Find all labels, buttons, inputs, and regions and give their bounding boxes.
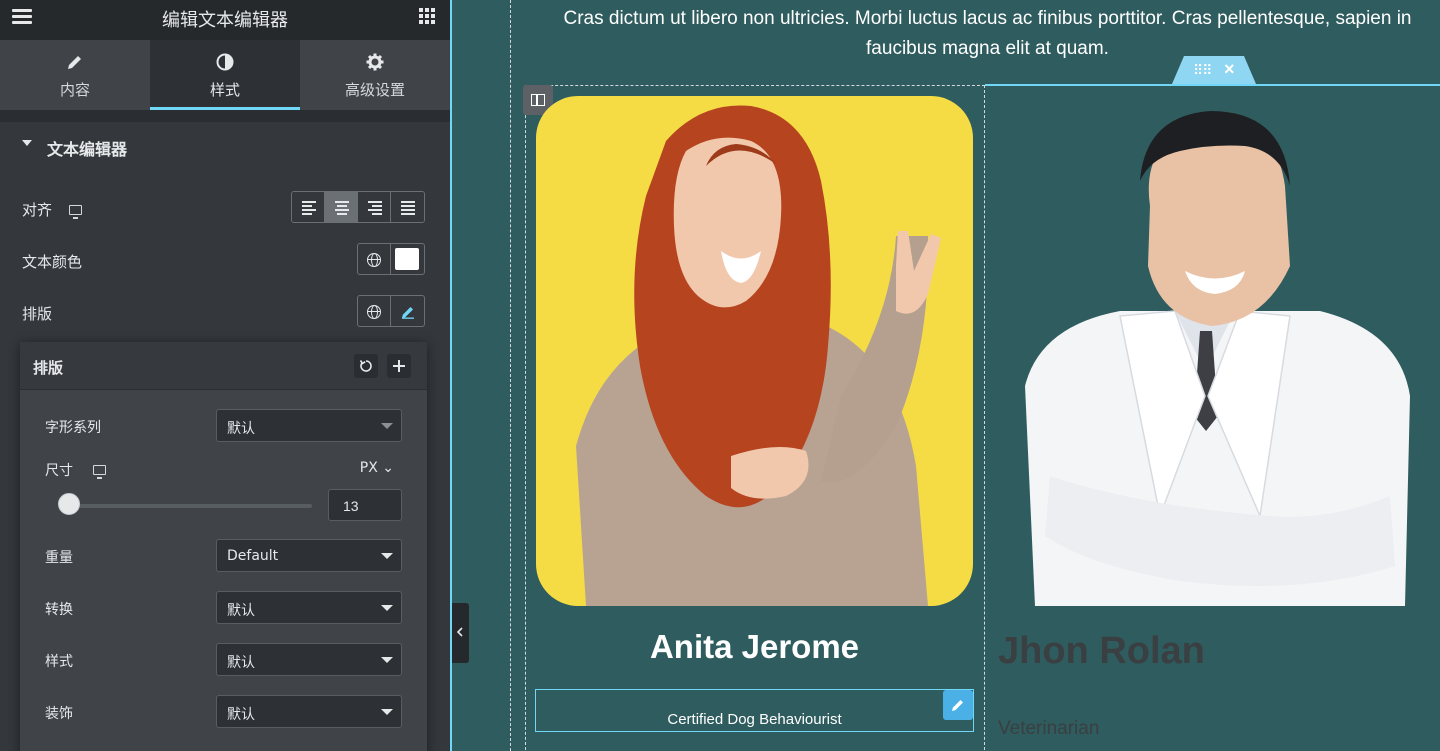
text-color-control: 文本颜色 — [0, 243, 450, 283]
text-color-buttons — [357, 243, 425, 275]
doctor-illustration — [1025, 111, 1410, 606]
panel-title: 编辑文本编辑器 — [162, 10, 288, 31]
decoration-label: 装饰 — [45, 706, 73, 722]
reset-icon — [359, 360, 372, 373]
typography-popover: 排版 字形系列 默认 尺寸 PX ⌄ 13 重量 Default 转换 默认 样… — [20, 342, 427, 751]
size-slider-track[interactable] — [60, 504, 312, 508]
transform-label: 转换 — [45, 602, 73, 618]
decoration-select[interactable]: 默认 — [216, 695, 402, 728]
tab-style[interactable]: 样式 — [150, 40, 300, 110]
section-outline — [985, 84, 1440, 86]
tab-advanced[interactable]: 高级设置 — [300, 40, 450, 110]
globe-icon — [367, 252, 381, 267]
weight-label: 重量 — [45, 550, 73, 566]
reset-button[interactable] — [354, 354, 378, 378]
style-select[interactable]: 默认 — [216, 643, 402, 676]
style-label: 样式 — [45, 654, 73, 670]
drag-handle-icon[interactable]: ⠿⠿ — [1193, 62, 1212, 79]
card1-name[interactable]: Anita Jerome — [536, 628, 973, 666]
anita-photo[interactable] — [536, 96, 973, 606]
section-handle[interactable]: ⠿⠿ × — [1172, 56, 1256, 84]
weight-select[interactable]: Default — [216, 539, 402, 572]
tab-label: 高级设置 — [344, 81, 405, 99]
add-button[interactable] — [387, 354, 411, 378]
woman-illustration — [576, 105, 941, 606]
typography-label: 排版 — [22, 305, 53, 323]
tab-label: 样式 — [209, 81, 240, 99]
style-row: 样式 默认 — [20, 643, 427, 677]
card1-role[interactable]: Certified Dog Behaviourist — [536, 711, 973, 728]
tab-content[interactable]: 内容 — [0, 40, 150, 110]
close-icon[interactable]: × — [1224, 59, 1235, 80]
panel-tabs: 内容 样式 高级设置 — [0, 40, 450, 110]
transform-row: 转换 默认 — [20, 591, 427, 625]
align-label: 对齐 — [22, 199, 82, 220]
chevron-down-icon — [381, 423, 393, 429]
font-family-select[interactable]: 默认 — [216, 409, 402, 442]
card1-role-editor[interactable]: Certified Dog Behaviourist — [535, 689, 974, 732]
desktop-icon[interactable] — [93, 465, 107, 479]
popover-title: 排版 — [33, 359, 64, 377]
popover-header: 排版 — [20, 342, 427, 390]
divider — [0, 110, 450, 122]
page-canvas: Cras dictum ut libero non ultricies. Mor… — [450, 0, 1440, 751]
panel-header: 编辑文本编辑器 — [0, 0, 450, 40]
contrast-icon — [150, 53, 300, 75]
globe-icon — [367, 304, 381, 319]
size-slider-handle[interactable] — [57, 493, 80, 515]
color-swatch — [395, 248, 419, 270]
pencil-icon — [952, 700, 963, 712]
size-row: 尺寸 PX ⌄ — [20, 452, 427, 486]
column-icon — [531, 94, 545, 106]
caret-down-icon — [22, 140, 32, 146]
editor-panel: 编辑文本编辑器 内容 样式 高级设置 文本编辑器 对齐 文本颜色 排版 排版 字… — [0, 0, 450, 751]
align-right-button[interactable] — [358, 192, 391, 222]
global-fonts-button[interactable] — [358, 296, 391, 326]
chevron-down-icon — [381, 709, 393, 715]
pencil-icon — [0, 53, 150, 75]
desktop-icon[interactable] — [68, 205, 82, 219]
guide-line — [510, 0, 511, 751]
section-toggle-text-editor[interactable]: 文本编辑器 — [0, 122, 450, 170]
chevron-down-icon — [381, 553, 393, 559]
canvas-border — [450, 0, 452, 751]
line-height-row: 行高 PX — [20, 742, 427, 751]
size-unit-select[interactable]: PX ⌄ — [360, 460, 394, 476]
align-center-button[interactable] — [325, 192, 358, 222]
widgets-grid-icon[interactable] — [419, 8, 435, 24]
typography-control: 排版 — [0, 295, 450, 335]
decoration-row: 装饰 默认 — [20, 695, 427, 729]
section-title: 文本编辑器 — [47, 140, 128, 159]
size-input[interactable]: 13 — [328, 489, 402, 521]
intro-text[interactable]: Cras dictum ut libero non ultricies. Mor… — [535, 4, 1440, 64]
card2-name[interactable]: Jhon Rolan — [998, 630, 1205, 673]
transform-select[interactable]: 默认 — [216, 591, 402, 624]
font-family-row: 字形系列 默认 — [20, 409, 427, 443]
color-picker-button[interactable] — [391, 244, 424, 274]
align-left-button[interactable] — [292, 192, 325, 222]
edit-typography-button[interactable] — [391, 296, 424, 326]
typography-buttons — [357, 295, 425, 327]
chevron-down-icon — [381, 657, 393, 663]
jhon-photo[interactable] — [1000, 96, 1440, 606]
global-colors-button[interactable] — [358, 244, 391, 274]
tab-label: 内容 — [59, 81, 90, 99]
edit-widget-button[interactable] — [943, 690, 973, 720]
size-label: 尺寸 — [45, 460, 107, 480]
font-family-label: 字形系列 — [45, 420, 101, 436]
weight-row: 重量 Default — [20, 539, 427, 573]
card2-role[interactable]: Veterinarian — [998, 718, 1099, 740]
gear-icon — [300, 53, 450, 75]
chevron-down-icon — [381, 605, 393, 611]
align-justify-button[interactable] — [391, 192, 424, 222]
align-buttons — [291, 191, 425, 223]
align-control: 对齐 — [0, 191, 450, 231]
plus-icon — [393, 360, 405, 373]
pencil-icon — [401, 306, 414, 319]
text-color-label: 文本颜色 — [22, 253, 83, 271]
